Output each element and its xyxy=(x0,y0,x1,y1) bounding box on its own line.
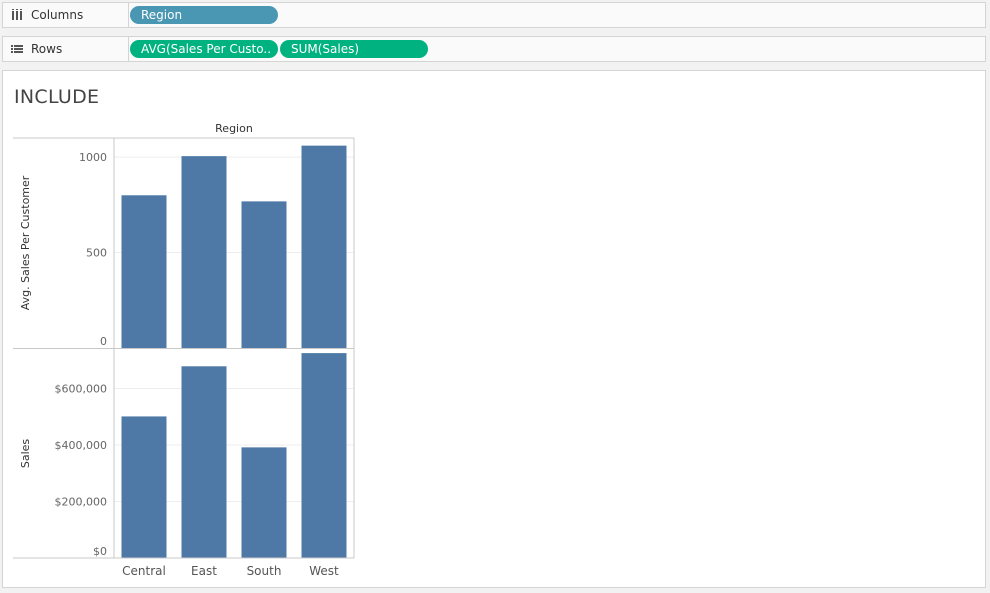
columns-shelf: Columns Region xyxy=(2,2,986,28)
x-tick-label: East xyxy=(191,564,217,578)
bar-east xyxy=(181,156,227,348)
bar-central xyxy=(121,195,167,348)
bar-chart: Region 0 500 1000 Avg. Sales Per Customer $0 $… xyxy=(13,122,355,578)
y-tick-label: $200,000 xyxy=(55,496,108,509)
pill-sum-sales[interactable]: SUM(Sales) xyxy=(280,40,428,58)
pill-avg-sales-per-customer[interactable]: AVG(Sales Per Custo.. xyxy=(130,40,278,58)
rows-shelf-label: Rows xyxy=(3,37,129,61)
x-tick-label: Central xyxy=(122,564,166,578)
y-tick-label: 0 xyxy=(100,335,107,348)
bar-west xyxy=(301,353,347,558)
rows-shelf: Rows AVG(Sales Per Custo.. SUM(Sales) xyxy=(2,36,986,62)
view-area: INCLUDE Region 0 500 1000 Avg. Sales Per Cus… xyxy=(2,70,986,588)
columns-label-text: Columns xyxy=(31,8,84,22)
column-header-region: Region xyxy=(215,122,253,135)
y-tick-label: $0 xyxy=(93,545,107,558)
bar-south xyxy=(241,201,287,348)
x-tick-label: South xyxy=(247,564,282,578)
rows-icon xyxy=(11,43,25,55)
bar-south xyxy=(241,447,287,558)
x-tick-label: West xyxy=(309,564,339,578)
y-tick-label: 500 xyxy=(86,247,107,260)
bar-east xyxy=(181,366,227,558)
pill-region[interactable]: Region xyxy=(130,6,278,24)
rows-label-text: Rows xyxy=(31,42,63,56)
y-tick-label: $600,000 xyxy=(55,383,108,396)
bar-central xyxy=(121,416,167,558)
y-axis-label: Avg. Sales Per Customer xyxy=(19,175,32,310)
bar-west xyxy=(301,145,347,348)
y-tick-label: $400,000 xyxy=(55,439,108,452)
columns-icon xyxy=(11,9,25,21)
columns-shelf-label: Columns xyxy=(3,3,129,27)
y-axis-label: Sales xyxy=(19,439,32,469)
y-tick-label: 1000 xyxy=(79,151,107,164)
